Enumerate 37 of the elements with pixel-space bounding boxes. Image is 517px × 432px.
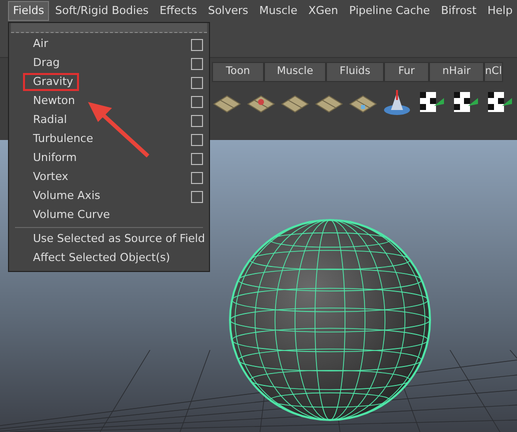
option-box-icon[interactable] [191, 76, 203, 88]
option-box-icon[interactable] [191, 190, 203, 202]
menu-option[interactable]: Turbulence [9, 130, 209, 149]
menu-option[interactable]: Newton [9, 92, 209, 111]
menu-item[interactable]: Effects [154, 1, 202, 21]
menu-item[interactable]: Bifrost [436, 1, 482, 21]
shelf-tab[interactable]: Muscle [264, 62, 326, 82]
menu-option[interactable]: Vortex [9, 168, 209, 187]
menu-option[interactable]: Radial [9, 111, 209, 130]
menu-item[interactable]: Soft/Rigid Bodies [50, 1, 154, 21]
shelf-tab[interactable]: Fur [384, 62, 429, 82]
shelf-tab[interactable]: Toon [212, 62, 264, 82]
menu-item[interactable]: Muscle [254, 1, 302, 21]
option-box-icon[interactable] [191, 172, 203, 184]
option-box-icon[interactable] [191, 96, 203, 108]
menu-option[interactable]: Volume Axis [9, 187, 209, 206]
menu-option[interactable]: Uniform [9, 149, 209, 168]
shelf-tab[interactable]: nCl [484, 62, 503, 82]
option-box-icon[interactable] [191, 134, 203, 146]
menu-option[interactable]: Affect Selected Object(s) [9, 249, 209, 268]
menu-option[interactable]: Air [9, 35, 209, 54]
menu-item[interactable]: Fields [8, 1, 50, 21]
menu-option[interactable]: Use Selected as Source of Field [9, 230, 209, 249]
option-box-icon[interactable] [191, 38, 203, 50]
menu-item[interactable]: Solvers [202, 1, 254, 21]
option-box-icon[interactable] [191, 114, 203, 126]
option-box-icon[interactable] [191, 58, 203, 70]
shelf-tab[interactable]: Fluids [326, 62, 384, 82]
option-box-icon[interactable] [191, 152, 203, 164]
menu-option[interactable]: Gravity [9, 73, 209, 92]
shelf-tab[interactable]: nHair [429, 62, 484, 82]
cone-icon[interactable] [382, 88, 412, 118]
menu-item[interactable]: Pipeline Cache [344, 1, 435, 21]
menu-item[interactable]: Help [482, 1, 517, 21]
menu-item[interactable]: XGen [303, 1, 344, 21]
menu-option[interactable]: Drag [9, 54, 209, 73]
menu-option[interactable]: Volume Curve [9, 206, 209, 225]
